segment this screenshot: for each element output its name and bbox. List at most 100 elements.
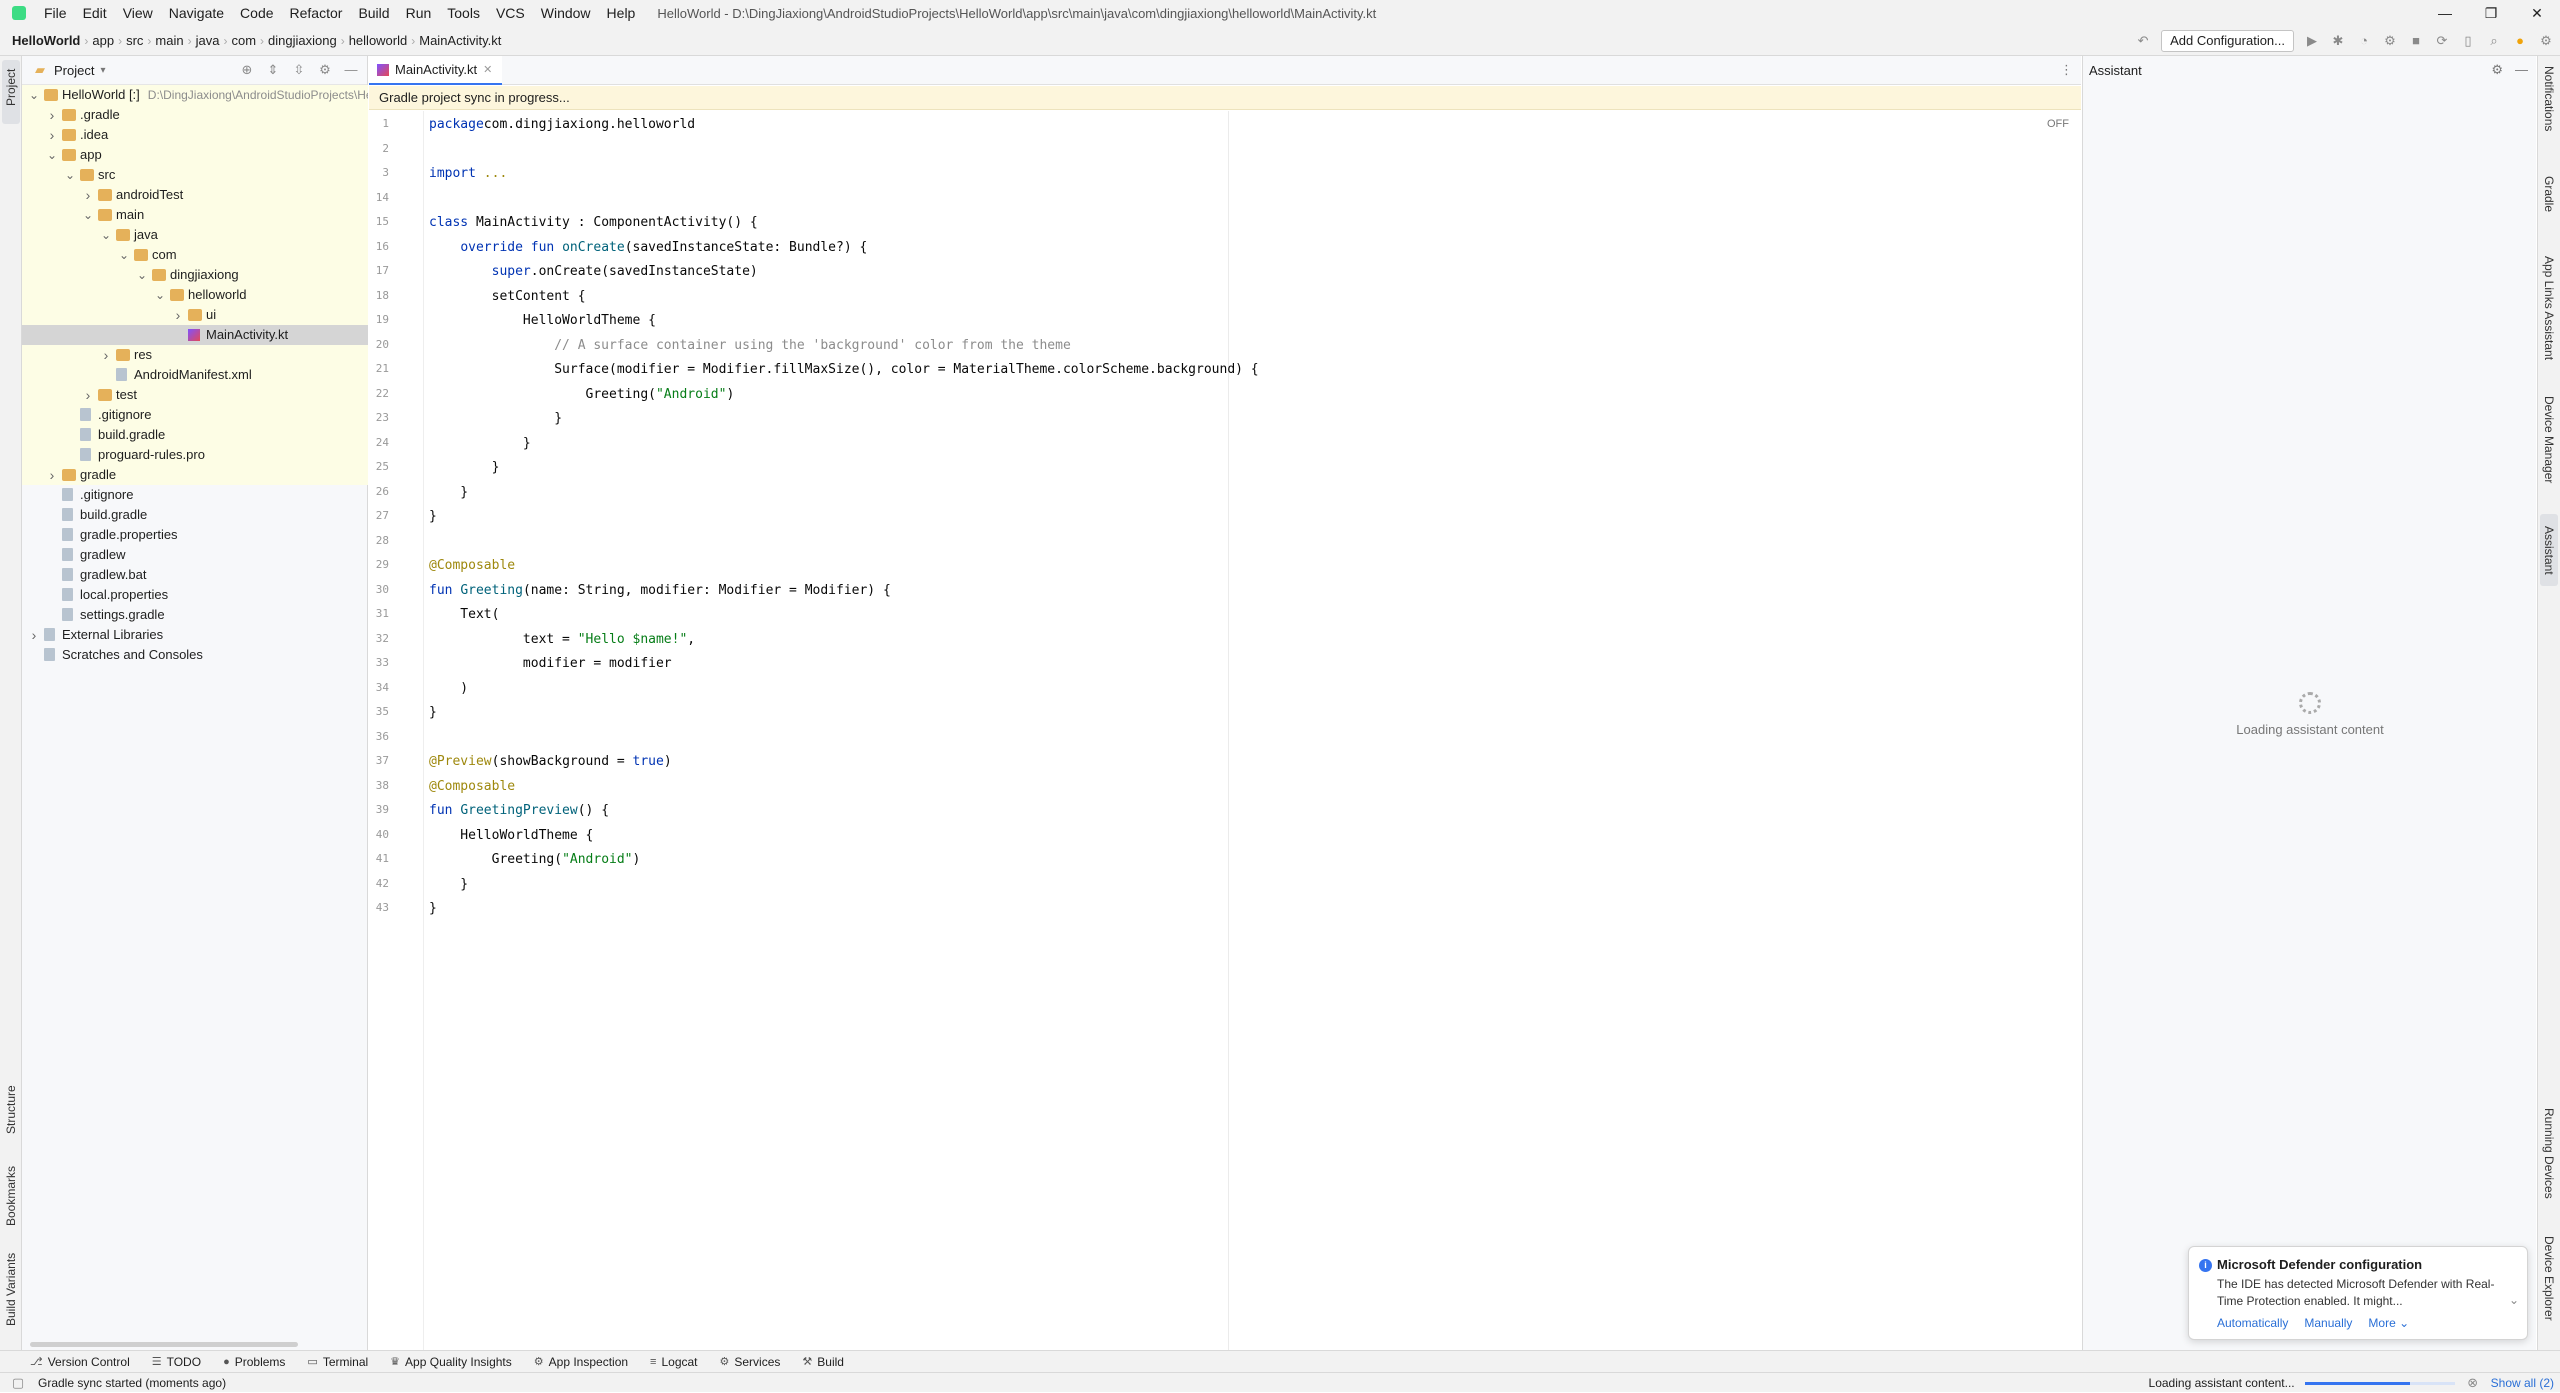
tree-row[interactable]: › ui (22, 305, 368, 325)
chevron-right-icon[interactable]: › (46, 105, 58, 125)
tree-row[interactable]: › test (22, 385, 368, 405)
tree-row[interactable]: gradlew.bat (22, 565, 368, 585)
bookmarks-tool-label[interactable]: Bookmarks (4, 1166, 18, 1226)
code-line[interactable]: Surface(modifier = Modifier.fillMaxSize(… (429, 362, 1258, 377)
structure-tool-label[interactable]: Structure (4, 1085, 18, 1134)
chevron-down-icon[interactable]: ⌄ (2509, 1293, 2519, 1307)
tree-row[interactable]: ⌄ dingjiaxiong (22, 265, 368, 285)
notifications-tool-label[interactable]: Notifications (2542, 66, 2556, 131)
code-line[interactable]: } (429, 877, 468, 892)
code-line[interactable]: HelloWorldTheme { (429, 828, 593, 843)
tree-row[interactable]: ⌄ java (22, 225, 368, 245)
device-manager-tool-label[interactable]: Device Manager (2542, 396, 2556, 483)
code-line[interactable]: Greeting("Android") (429, 387, 735, 402)
hide-icon[interactable]: — (2515, 62, 2528, 78)
tree-row[interactable]: ⌄ helloworld (22, 285, 368, 305)
tab-mainactivity[interactable]: MainActivity.kt ✕ (369, 56, 503, 85)
tool-problems[interactable]: ● Problems (223, 1355, 285, 1369)
search-icon[interactable]: ⌕ (2486, 33, 2502, 49)
code-line[interactable]: @Preview(showBackground = true) (429, 754, 672, 769)
code-line[interactable]: } (429, 901, 437, 916)
menu-navigate[interactable]: Navigate (161, 5, 232, 21)
tree-row[interactable]: .gitignore (22, 485, 368, 505)
chevron-right-icon[interactable]: › (100, 345, 112, 365)
build-variants-tool-label[interactable]: Build Variants (4, 1253, 18, 1326)
device-manager-icon[interactable]: ▯ (2460, 33, 2476, 49)
tree-row[interactable]: › androidTest (22, 185, 368, 205)
tree-row[interactable]: build.gradle (22, 425, 368, 445)
menu-build[interactable]: Build (350, 5, 397, 21)
code-line[interactable]: } (429, 460, 500, 475)
manually-link[interactable]: Manually (2304, 1316, 2352, 1330)
breadcrumb-item[interactable]: main (151, 33, 187, 48)
breadcrumb-item[interactable]: java (192, 33, 224, 48)
menu-edit[interactable]: Edit (75, 5, 115, 21)
expand-all-icon[interactable]: ⇕ (265, 62, 281, 78)
chevron-right-icon[interactable]: › (46, 125, 58, 145)
minimize-button[interactable]: — (2422, 0, 2468, 26)
tree-row[interactable]: ⌄ src (22, 165, 368, 185)
assistant-tool-label[interactable]: Assistant (2542, 526, 2556, 575)
chevron-right-icon[interactable]: › (82, 385, 94, 405)
code-line[interactable]: } (429, 436, 531, 451)
automatically-link[interactable]: Automatically (2217, 1316, 2288, 1330)
running-devices-tool-label[interactable]: Running Devices (2542, 1108, 2556, 1199)
tool-todo[interactable]: ☰ TODO (152, 1355, 201, 1369)
code-line[interactable]: import ... (429, 166, 507, 181)
code-line[interactable]: Greeting("Android") (429, 852, 641, 867)
chevron-down-icon[interactable]: ⌄ (136, 265, 148, 285)
tool-logcat[interactable]: ≡ Logcat (650, 1355, 697, 1369)
menu-vcs[interactable]: VCS (488, 5, 533, 21)
chevron-right-icon[interactable]: › (28, 625, 40, 645)
chevron-down-icon[interactable]: ⌄ (118, 245, 130, 265)
back-icon[interactable]: ↶ (2135, 33, 2151, 49)
inlay-off-label[interactable]: OFF (2047, 118, 2069, 130)
code-line[interactable]: } (429, 485, 468, 500)
code-line[interactable]: HelloWorldTheme { (429, 313, 656, 328)
code-line[interactable]: } (429, 509, 437, 524)
breadcrumb-item[interactable]: app (88, 33, 118, 48)
tree-row[interactable]: AndroidManifest.xml (22, 365, 368, 385)
close-button[interactable]: ✕ (2514, 0, 2560, 26)
menu-file[interactable]: File (36, 5, 75, 21)
gear-icon[interactable]: ⚙ (317, 62, 333, 78)
tree-row[interactable]: gradle.properties (22, 525, 368, 545)
gear-icon[interactable]: ⚙ (2491, 62, 2503, 78)
code-line[interactable]: @Composable (429, 779, 515, 794)
attach-debugger-icon[interactable]: ⚙ (2382, 33, 2398, 49)
tree-row[interactable]: Scratches and Consoles (22, 645, 368, 665)
status-toggle-icon[interactable]: ▢ (10, 1375, 26, 1391)
tool-services[interactable]: ⚙ Services (720, 1355, 781, 1369)
breadcrumb-item[interactable]: helloworld (345, 33, 412, 48)
breadcrumb-item[interactable]: dingjiaxiong (264, 33, 341, 48)
chevron-down-icon[interactable]: ⌄ (100, 225, 112, 245)
tree-row[interactable]: local.properties (22, 585, 368, 605)
breadcrumb-item[interactable]: com (227, 33, 260, 48)
chevron-right-icon[interactable]: › (46, 465, 58, 485)
tree-row[interactable]: ⌄ HelloWorld [:] D:\DingJiaxiong\AndroidSt… (22, 85, 368, 105)
app-links-tool-label[interactable]: App Links Assistant (2542, 256, 2556, 360)
stop-icon[interactable]: ■ (2408, 33, 2424, 49)
tree-row[interactable]: › gradle (22, 465, 368, 485)
chevron-down-icon[interactable]: ▾ (100, 65, 105, 76)
restore-button[interactable]: ❐ (2468, 0, 2514, 26)
horizontal-scrollbar[interactable] (30, 1342, 298, 1347)
tree-row[interactable]: ⌄ app (22, 145, 368, 165)
code-line[interactable]: fun Greeting(name: String, modifier: Mod… (429, 583, 891, 598)
sync-gradle-icon[interactable]: ⟳ (2434, 33, 2450, 49)
code-line[interactable]: modifier = modifier (429, 656, 672, 671)
tool-version-control[interactable]: ⎇ Version Control (30, 1355, 130, 1369)
tool-app-inspection[interactable]: ⚙ App Inspection (534, 1355, 628, 1369)
chevron-down-icon[interactable]: ⌄ (154, 285, 166, 305)
tree-row[interactable]: build.gradle (22, 505, 368, 525)
breadcrumb-item[interactable]: MainActivity.kt (415, 33, 505, 48)
menu-window[interactable]: Window (533, 5, 599, 21)
breadcrumb-item[interactable]: HelloWorld (0, 33, 84, 48)
menu-run[interactable]: Run (398, 5, 440, 21)
tree-row[interactable]: ⌄ main (22, 205, 368, 225)
code-line[interactable]: text = "Hello $name!", (429, 632, 695, 647)
tree-row[interactable]: ⌄ com (22, 245, 368, 265)
code-line[interactable]: ) (429, 681, 468, 696)
project-view-selector[interactable]: Project (54, 63, 94, 78)
code-line[interactable]: @Composable (429, 558, 515, 573)
